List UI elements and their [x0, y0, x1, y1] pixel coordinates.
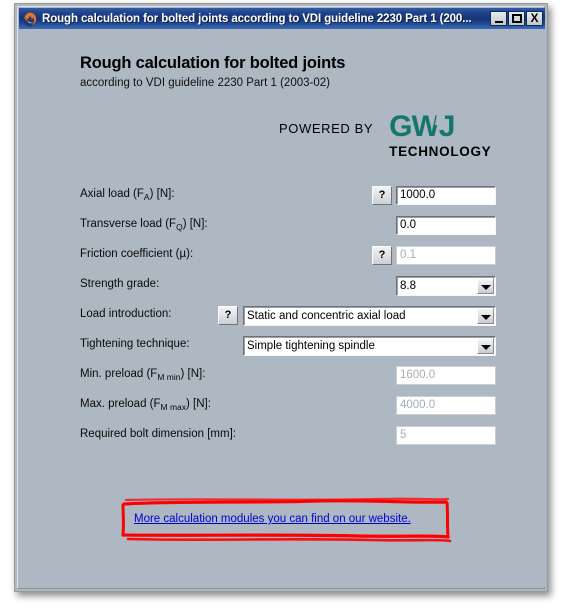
label-axial-load: Axial load (FA) [N]:: [80, 188, 175, 202]
input-min-preload: 1600.0: [396, 366, 496, 385]
label-required-bolt-dimension: Required bolt dimension [mm]:: [80, 428, 236, 440]
input-transverse-load[interactable]: 0.0: [396, 216, 496, 235]
dropdown-value-tightening-technique: Simple tightening spindle: [247, 340, 375, 352]
dropdown-tightening-technique[interactable]: Simple tightening spindle: [243, 336, 496, 356]
form-row-max-preload: Max. preload (FM max) [N]: 4000.0: [19, 396, 545, 418]
label-tightening-technique: Tightening technique:: [80, 338, 190, 350]
chevron-down-icon[interactable]: [477, 338, 494, 354]
input-required-bolt-dimension: 5: [396, 426, 496, 445]
label-subscript-transverse-load: Q: [176, 222, 183, 232]
label-subscript-max-preload: M max: [160, 402, 187, 412]
form-row-required-bolt-dimension: Required bolt dimension [mm]: 5: [19, 426, 545, 448]
firefox-icon: [22, 11, 38, 27]
label-transverse-load: Transverse load (FQ) [N]:: [80, 218, 208, 232]
input-friction-coefficient: 0.1: [396, 246, 496, 265]
page-title: Rough calculation for bolted joints: [80, 54, 346, 72]
gwj-logo: GWJ TECHNOLOGY: [389, 112, 492, 160]
branding-block: POWERED BY GWJ TECHNOLOGY: [279, 112, 492, 160]
dropdown-strength-grade[interactable]: 8.8: [396, 276, 496, 296]
website-link[interactable]: More calculation modules you can find on…: [134, 513, 411, 525]
minimize-button[interactable]: [490, 11, 507, 26]
input-max-preload: 4000.0: [396, 396, 496, 415]
input-axial-load[interactable]: 1000.0: [396, 186, 496, 205]
close-button[interactable]: X: [526, 11, 543, 26]
help-button-friction-coefficient[interactable]: ?: [372, 246, 392, 265]
chevron-down-icon[interactable]: [477, 278, 494, 294]
dropdown-value-load-introduction: Static and concentric axial load: [247, 310, 406, 322]
form-row-strength-grade: Strength grade: 8.8: [19, 276, 545, 298]
form-row-axial-load: Axial load (FA) [N]:? 1000.0: [19, 186, 545, 208]
label-subscript-axial-load: A: [143, 192, 150, 202]
maximize-button[interactable]: [508, 11, 525, 26]
application-window: Rough calculation for bolted joints acco…: [14, 3, 548, 592]
window-title: Rough calculation for bolted joints acco…: [42, 12, 472, 25]
label-strength-grade: Strength grade:: [80, 278, 160, 290]
form-row-load-introduction: Load introduction:? Static and concentric…: [19, 306, 545, 328]
label-friction-coefficient: Friction coefficient (µ):: [80, 248, 194, 260]
form-row-transverse-load: Transverse load (FQ) [N]: 0.0: [19, 216, 545, 238]
form-row-friction-coefficient: Friction coefficient (µ):? 0.1: [19, 246, 545, 268]
gwj-tagline: TECHNOLOGY: [389, 144, 492, 159]
label-min-preload: Min. preload (FM min) [N]:: [80, 368, 206, 382]
label-load-introduction: Load introduction:: [80, 308, 172, 320]
help-button-load-introduction[interactable]: ?: [218, 306, 238, 325]
help-button-axial-load[interactable]: ?: [372, 186, 392, 205]
form-row-min-preload: Min. preload (FM min) [N]: 1600.0: [19, 366, 545, 388]
heading-block: Rough calculation for bolted joints acco…: [80, 54, 345, 89]
label-max-preload: Max. preload (FM max) [N]:: [80, 398, 211, 412]
form-row-tightening-technique: Tightening technique: Simple tightening s…: [19, 336, 545, 358]
title-bar[interactable]: Rough calculation for bolted joints acco…: [19, 8, 545, 29]
powered-by-label: POWERED BY: [279, 121, 374, 136]
window-content: Rough calculation for bolted joints acco…: [19, 29, 545, 587]
chevron-down-icon[interactable]: [477, 308, 494, 324]
page-subtitle: according to VDI guideline 2230 Part 1 (…: [80, 77, 330, 89]
dropdown-load-introduction[interactable]: Static and concentric axial load: [243, 306, 496, 326]
dropdown-value-strength-grade: 8.8: [400, 280, 416, 292]
label-subscript-min-preload: M min: [157, 372, 181, 382]
